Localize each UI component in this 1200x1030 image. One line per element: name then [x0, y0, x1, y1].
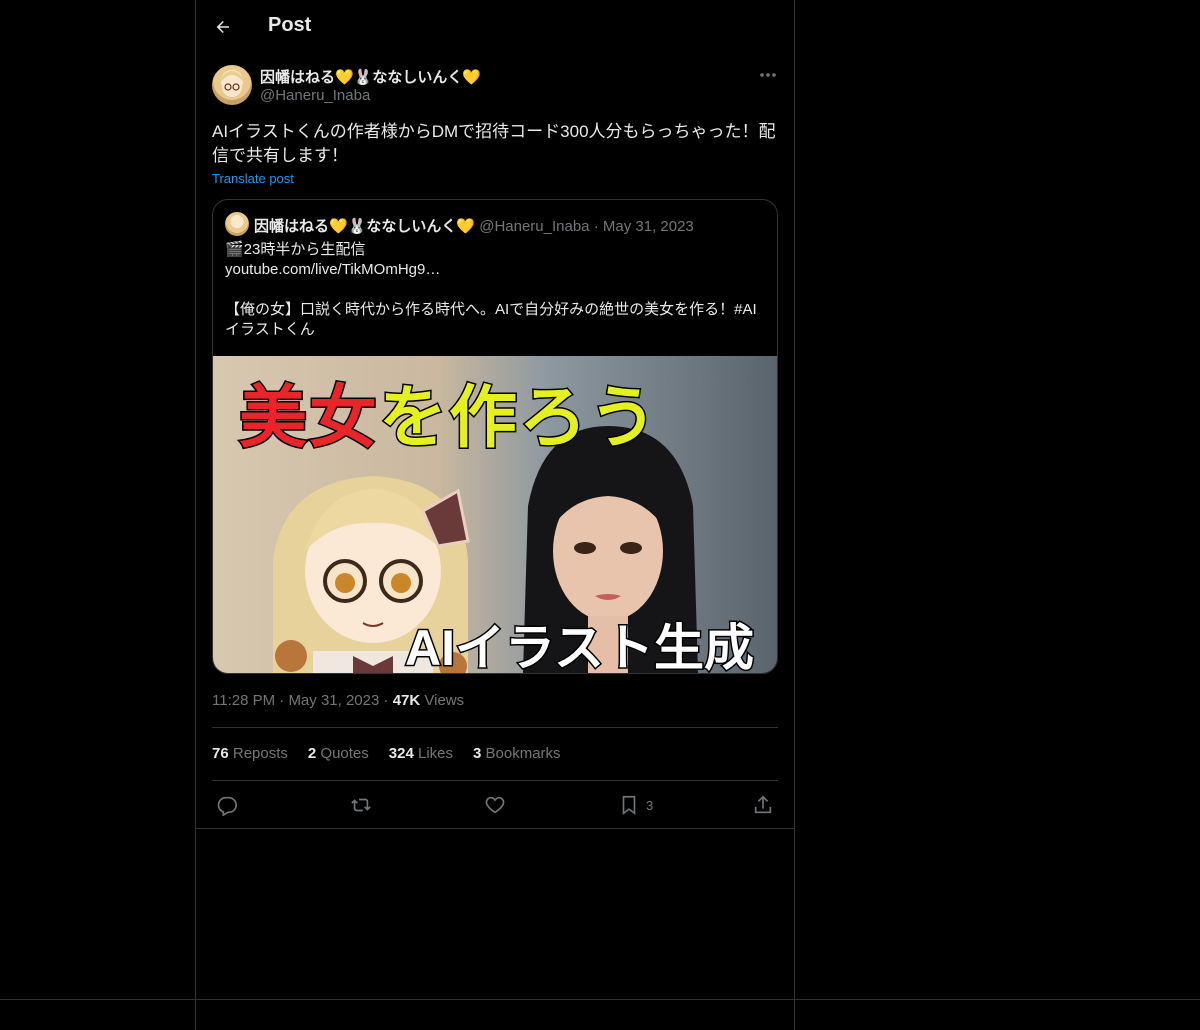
bookmark-count: 3	[646, 797, 654, 813]
bookmark-button[interactable]: 3	[618, 793, 653, 817]
reposts-label: Reposts	[232, 745, 288, 762]
reposts-stat[interactable]: 76 Reposts	[212, 745, 288, 762]
engagement-stats: 76 Reposts 2 Quotes 324 Likes 3 Bookmark…	[212, 745, 561, 762]
views-label: Views	[424, 692, 465, 709]
heart-icon	[485, 796, 505, 814]
post-date[interactable]: May 31, 2023	[288, 692, 379, 709]
reply-button[interactable]	[216, 793, 238, 817]
reply-icon	[217, 796, 237, 816]
likes-count: 324	[388, 745, 414, 762]
quotes-label: Quotes	[320, 745, 369, 762]
quotes-count: 2	[307, 745, 317, 762]
back-button[interactable]	[212, 14, 234, 40]
quoted-post[interactable]: 因幡はねる💛🐰ななしいんく💛 @Haneru_Inaba · May 31, 2…	[212, 199, 778, 674]
divider	[212, 727, 778, 728]
like-button[interactable]	[484, 793, 506, 817]
left-column-border	[195, 0, 196, 1030]
image-title-red: 美女	[237, 379, 380, 458]
repost-icon	[351, 798, 371, 812]
post-text: AIイラストくんの作者様からDMで招待コード300人分もらっちゃった！配信で共有…	[212, 122, 776, 165]
bottom-divider	[0, 999, 1200, 1000]
bookmarks-count: 3	[473, 745, 482, 762]
author-handle[interactable]: @Haneru_Inaba	[260, 87, 370, 104]
more-options-button[interactable]	[756, 66, 780, 84]
image-title-text: 美女を作ろう	[237, 362, 660, 461]
reposts-count: 76	[212, 745, 229, 762]
translate-post-link[interactable]: Translate post	[212, 171, 294, 186]
quote-line-1: 🎬23時半から生配信	[225, 241, 366, 258]
quote-body: 🎬23時半から生配信 youtube.com/live/TikMOmHg9… 【…	[225, 240, 765, 340]
image-subtitle-text: AIイラスト生成	[404, 619, 756, 674]
quote-separator: ·	[593, 218, 603, 235]
quote-line-3: 【俺の女】口説く時代から作る時代へ。AIで自分好みの絶世の美女を作る！#AIイラ…	[225, 301, 757, 338]
quote-date: May 31, 2023	[602, 218, 694, 235]
share-icon	[754, 795, 772, 814]
right-column-border	[794, 0, 795, 1030]
bookmark-icon	[622, 795, 636, 815]
arrow-left-icon	[216, 21, 229, 33]
quote-avatar	[225, 212, 249, 236]
avatar[interactable]	[212, 65, 252, 105]
share-button[interactable]	[752, 793, 774, 817]
quote-media-image[interactable]: 美女を作ろう AIイラスト生成	[213, 356, 777, 673]
bookmarks-stat[interactable]: 3 Bookmarks	[473, 745, 561, 762]
image-title-yellow-2: 作ろう	[448, 379, 660, 458]
views-count: 47K	[392, 692, 421, 709]
post-timestamp-row: 11:28 PM · May 31, 2023 · 47K Views	[212, 692, 464, 709]
action-bar: 3	[212, 791, 778, 819]
quote-header: 因幡はねる💛🐰ななしいんく💛 @Haneru_Inaba · May 31, 2…	[254, 215, 694, 236]
page-title: Post	[268, 14, 312, 36]
post-bottom-divider	[196, 828, 794, 829]
more-icon	[760, 73, 776, 77]
image-title-yellow-1: を	[378, 379, 450, 458]
divider-2	[212, 780, 778, 781]
likes-label: Likes	[417, 745, 454, 762]
repost-button[interactable]	[350, 793, 372, 817]
quote-author-name: 因幡はねる💛🐰ななしいんく💛	[254, 218, 476, 235]
quote-handle: @Haneru_Inaba	[479, 218, 590, 235]
quote-line-2: youtube.com/live/TikMOmHg9…	[225, 261, 441, 278]
quotes-stat[interactable]: 2 Quotes	[308, 745, 369, 762]
author-name[interactable]: 因幡はねる💛🐰ななしいんく💛	[260, 66, 481, 87]
bookmarks-label: Bookmarks	[485, 745, 561, 762]
quote-blank-line	[225, 280, 765, 300]
likes-stat[interactable]: 324 Likes	[389, 745, 453, 762]
post-time[interactable]: 11:28 PM	[212, 692, 275, 709]
meta-separator-2: ·	[383, 692, 393, 709]
